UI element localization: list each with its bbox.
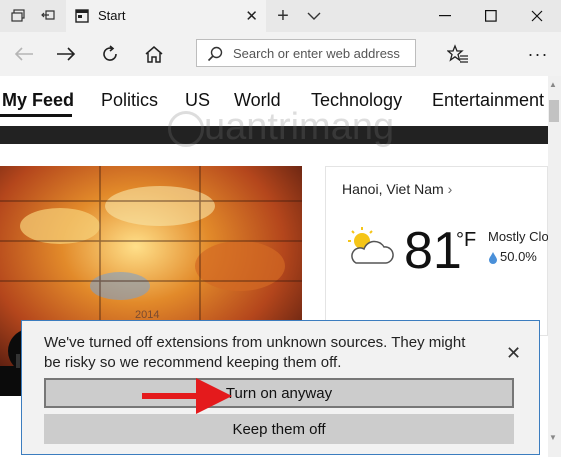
tab-entertainment[interactable]: Entertainment <box>432 90 544 111</box>
page-icon <box>75 9 89 28</box>
address-placeholder: Search or enter web address <box>233 46 400 61</box>
weather-location[interactable]: Hanoi, Viet Nam › <box>342 181 452 197</box>
minimize-icon[interactable] <box>423 0 467 32</box>
tab-title: Start <box>98 8 126 23</box>
navigation-bar: Search or enter web address ··· <box>0 32 561 76</box>
new-tab-icon[interactable]: + <box>268 0 298 32</box>
search-icon <box>207 46 223 67</box>
dialog-message: We've turned off extensions from unknown… <box>44 334 466 371</box>
turn-on-anyway-button[interactable]: Turn on anyway <box>44 378 514 408</box>
maximize-icon[interactable] <box>469 0 513 32</box>
back-arrow-icon[interactable] <box>6 38 42 70</box>
favorites-hub-icon[interactable] <box>440 38 476 70</box>
temperature: 81 <box>404 222 462 280</box>
extensions-warning-dialog: We've turned off extensions from unknown… <box>21 320 540 455</box>
weather-condition: Mostly Clo <box>488 229 548 244</box>
temperature-unit[interactable]: °F <box>456 229 476 252</box>
weather-card[interactable]: Hanoi, Viet Nam › 81 °F Mostly Clo 50.0% <box>325 166 548 336</box>
chevron-down-icon[interactable] <box>300 0 328 32</box>
tab-manager-icon[interactable] <box>4 0 32 32</box>
set-aside-tabs-icon[interactable] <box>34 0 62 32</box>
article-text-fragment <box>16 354 20 368</box>
tab-politics[interactable]: Politics <box>101 90 158 111</box>
watermark: uantrimang <box>168 106 394 149</box>
scrollbar[interactable] <box>548 76 561 457</box>
close-icon[interactable]: ✕ <box>506 343 521 364</box>
red-arrow-icon <box>142 378 232 414</box>
close-tab-icon[interactable]: ✕ <box>245 7 258 25</box>
watermark-text: uantrimang <box>204 106 395 148</box>
scroll-down-icon[interactable]: ▼ <box>549 433 557 442</box>
raindrop-icon <box>488 251 498 269</box>
scrollbar-thumb[interactable] <box>549 100 559 122</box>
active-tab-underline <box>0 114 72 117</box>
partly-cloudy-icon <box>342 225 394 272</box>
home-icon[interactable] <box>136 38 172 70</box>
scroll-up-icon[interactable]: ▲ <box>549 80 557 89</box>
precipitation: 50.0% <box>500 249 537 264</box>
title-bar: Start ✕ + <box>0 0 561 32</box>
keep-them-off-button[interactable]: Keep them off <box>44 414 514 444</box>
address-bar[interactable]: Search or enter web address <box>196 39 416 67</box>
forward-arrow-icon[interactable] <box>48 38 84 70</box>
refresh-icon[interactable] <box>92 38 128 70</box>
chevron-right-icon: › <box>447 181 453 197</box>
close-window-icon[interactable] <box>515 0 559 32</box>
tab-start[interactable]: Start ✕ <box>66 0 266 32</box>
tab-my-feed[interactable]: My Feed <box>2 90 74 111</box>
more-icon[interactable]: ··· <box>520 38 556 70</box>
